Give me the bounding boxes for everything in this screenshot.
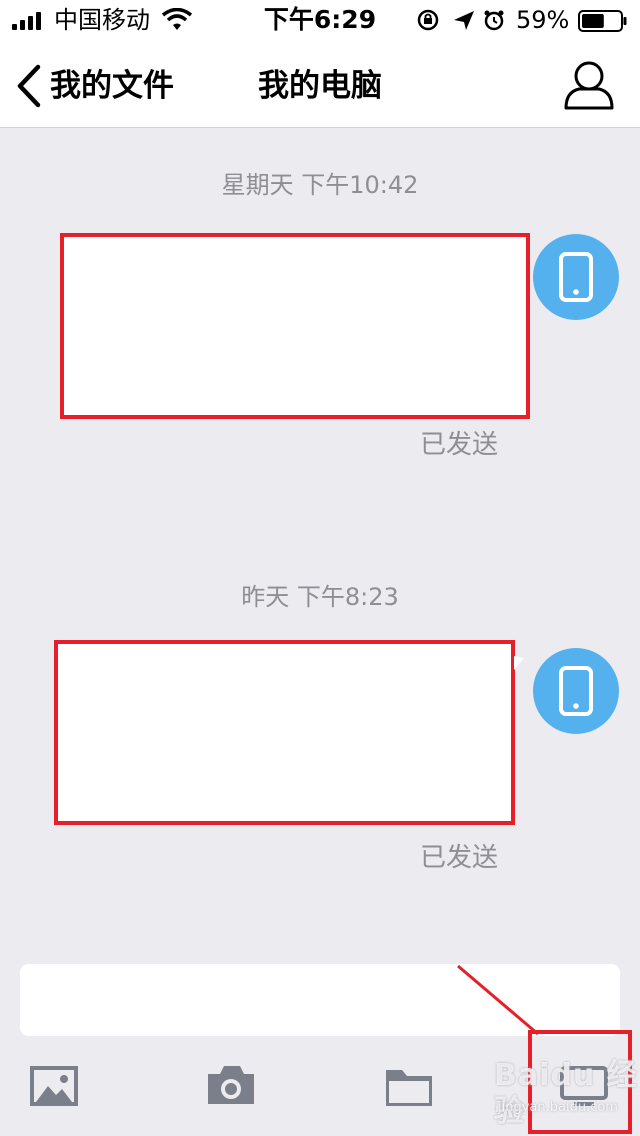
device-avatar[interactable] [533,234,619,320]
phone-icon [559,666,593,716]
rotation-lock-icon [417,9,439,31]
status-bar: 中国移动 下午6:29 59% [0,0,640,40]
image-icon[interactable] [28,1064,88,1114]
baidu-watermark: Baidu 经验 [494,1058,638,1129]
battery-icon [578,10,627,32]
folder-icon[interactable] [382,1064,442,1114]
status-indicator-icons [417,9,504,31]
battery-percent: 59% [516,6,570,34]
message-bubble[interactable] [60,233,530,419]
alarm-icon [484,10,504,31]
message-bubble[interactable] [54,640,515,825]
bubble-tail [514,656,524,670]
message-status: 已发送 [420,430,499,460]
page-title: 我的电脑 [258,68,382,104]
message-timestamp: 昨天 下午8:23 [241,583,399,611]
camera-icon[interactable] [204,1060,264,1110]
message-status: 已发送 [420,843,499,873]
profile-icon[interactable] [562,58,616,112]
navigation-bar: 我的文件 我的电脑 [0,40,640,128]
device-avatar[interactable] [533,648,619,734]
location-icon [454,11,474,30]
message-timestamp: 星期天 下午10:42 [221,171,419,199]
message-input[interactable] [20,964,620,1036]
baidu-watermark-url: jingyan.baidu.com [498,1100,618,1115]
phone-icon [559,252,593,302]
